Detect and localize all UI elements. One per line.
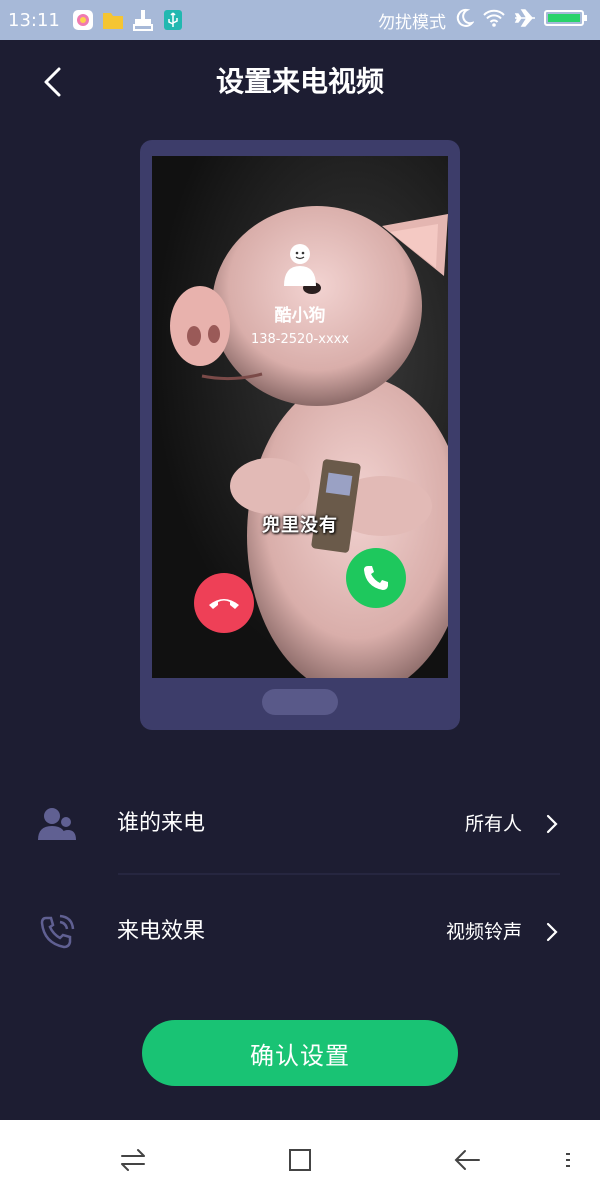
battery-icon bbox=[544, 8, 588, 32]
app-store-icon bbox=[72, 9, 94, 31]
back-arrow-icon bbox=[454, 1150, 480, 1170]
menu-dots-icon bbox=[566, 1153, 570, 1167]
folder-icon bbox=[102, 9, 124, 31]
nav-home-button[interactable] bbox=[284, 1144, 316, 1176]
usb-icon bbox=[162, 9, 184, 31]
wifi-icon bbox=[482, 8, 506, 32]
answer-button bbox=[346, 548, 406, 608]
phone-preview: 酷小狗 138-2520-xxxx 兜里没有 bbox=[140, 140, 460, 730]
hangup-button bbox=[194, 573, 254, 633]
chevron-right-icon bbox=[540, 920, 564, 944]
nav-menu-button[interactable] bbox=[552, 1144, 584, 1176]
contact-name: 酷小狗 bbox=[274, 306, 326, 326]
video-caption: 兜里没有 bbox=[262, 515, 338, 536]
switch-arrows-icon bbox=[121, 1149, 145, 1171]
phone-home-button bbox=[262, 689, 338, 715]
phone-answer-icon bbox=[364, 566, 388, 590]
contact-number: 138-2520-xxxx bbox=[250, 332, 350, 347]
chevron-right-icon bbox=[540, 812, 564, 836]
moon-icon bbox=[454, 8, 475, 32]
hangup-icon bbox=[209, 599, 239, 609]
status-time: 13:11 bbox=[8, 9, 60, 31]
row-value-caller: 所有人 bbox=[464, 813, 522, 835]
phone-ringing-icon bbox=[38, 912, 78, 952]
home-square-icon bbox=[289, 1149, 311, 1171]
settings-row-effect[interactable]: 来电效果 视频铃声 bbox=[0, 892, 600, 972]
contacts-icon bbox=[38, 804, 78, 844]
clean-icon bbox=[132, 9, 154, 31]
contact-avatar-icon bbox=[284, 244, 316, 286]
system-nav-bar bbox=[0, 1120, 600, 1200]
airplane-icon bbox=[514, 8, 536, 32]
nav-switch-button[interactable] bbox=[117, 1144, 149, 1176]
notification-icons bbox=[72, 9, 184, 31]
app-header: 设置来电视频 bbox=[0, 40, 600, 124]
confirm-settings-button[interactable]: 确认设置 bbox=[142, 1020, 458, 1086]
status-right: 勿扰模式 bbox=[378, 0, 588, 40]
row-label-effect: 来电效果 bbox=[117, 919, 206, 944]
settings-divider bbox=[118, 873, 560, 875]
nav-back-button[interactable] bbox=[451, 1144, 483, 1176]
row-label-caller: 谁的来电 bbox=[117, 811, 206, 836]
dnd-label: 勿扰模式 bbox=[378, 12, 446, 33]
page-title: 设置来电视频 bbox=[215, 65, 384, 98]
row-value-effect: 视频铃声 bbox=[445, 921, 522, 943]
settings-row-caller[interactable]: 谁的来电 所有人 bbox=[0, 784, 600, 864]
status-bar: 13:11 勿扰模式 bbox=[0, 0, 600, 40]
video-preview-screen[interactable]: 酷小狗 138-2520-xxxx 兜里没有 bbox=[152, 156, 448, 678]
